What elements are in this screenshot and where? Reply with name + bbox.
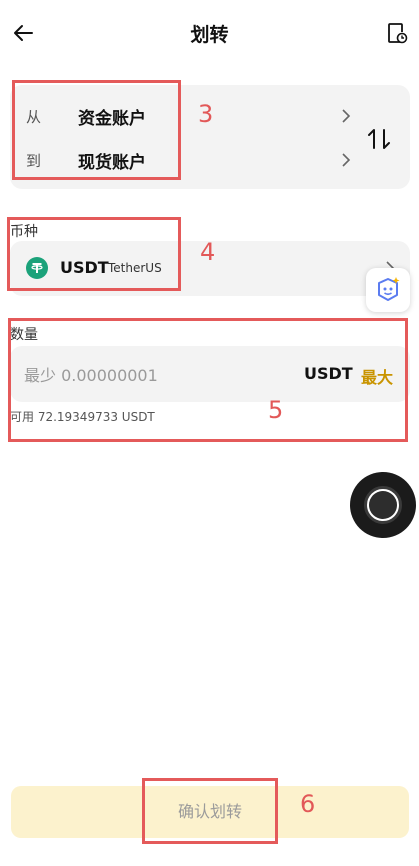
annotation-box-5 bbox=[8, 318, 408, 442]
sparkle-face-icon bbox=[378, 277, 400, 301]
chevron-right-icon[interactable] bbox=[340, 108, 352, 124]
annotation-number-5: 5 bbox=[268, 396, 284, 424]
annotation-number-3: 3 bbox=[198, 100, 214, 128]
annotation-box-3 bbox=[12, 80, 181, 180]
ai-assistant-button[interactable] bbox=[366, 268, 410, 312]
history-record-icon[interactable] bbox=[386, 21, 408, 45]
annotation-number-4: 4 bbox=[200, 238, 216, 266]
annotation-number-6: 6 bbox=[300, 790, 316, 818]
swap-accounts-icon[interactable] bbox=[366, 126, 392, 152]
page-title: 划转 bbox=[190, 24, 229, 46]
floating-ball-core bbox=[369, 491, 397, 519]
annotation-box-4 bbox=[7, 217, 181, 291]
chevron-right-icon[interactable] bbox=[340, 152, 352, 168]
annotation-box-6 bbox=[142, 778, 278, 844]
